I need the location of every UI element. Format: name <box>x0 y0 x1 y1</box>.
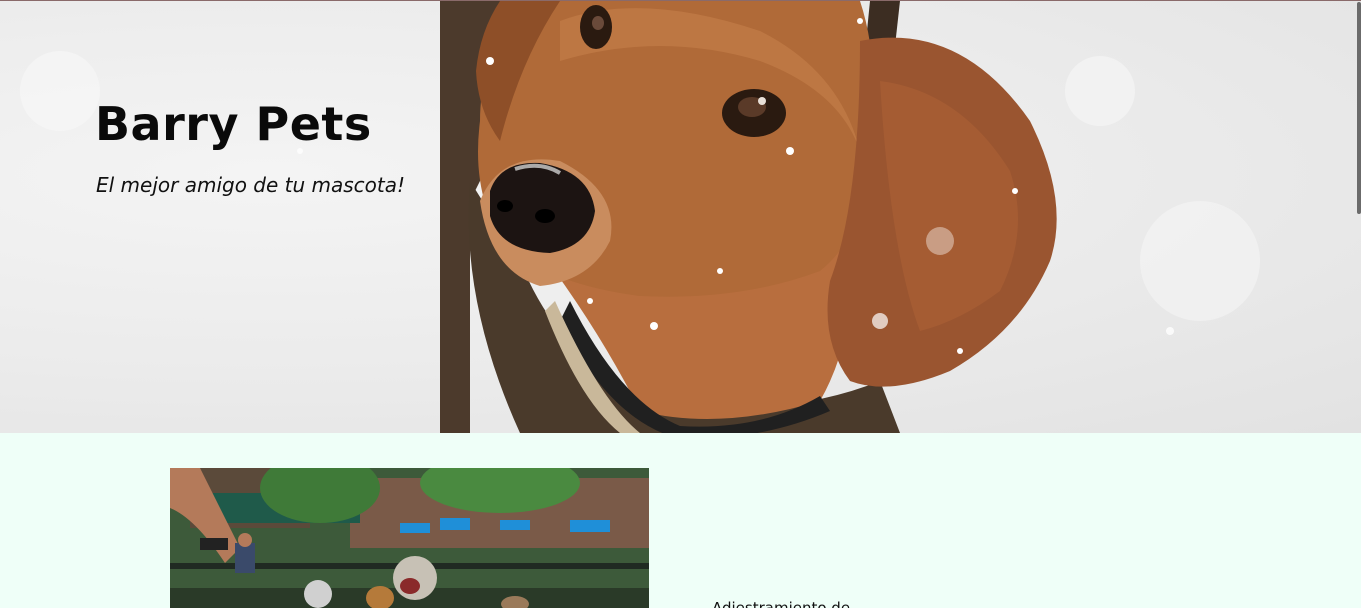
page: Barry Pets El mejor amigo de tu mascota! <box>0 0 1361 608</box>
scrollbar-thumb[interactable] <box>1357 2 1361 214</box>
services-section: Adiestramiento de <box>0 433 1361 608</box>
hero-dog-image <box>20 1 1260 433</box>
park-dogs-image <box>170 468 649 608</box>
site-title: Barry Pets <box>95 97 372 151</box>
service-heading: Adiestramiento de <box>712 599 851 608</box>
site-tagline: El mejor amigo de tu mascota! <box>96 173 406 197</box>
hero-banner: Barry Pets El mejor amigo de tu mascota! <box>0 1 1361 433</box>
